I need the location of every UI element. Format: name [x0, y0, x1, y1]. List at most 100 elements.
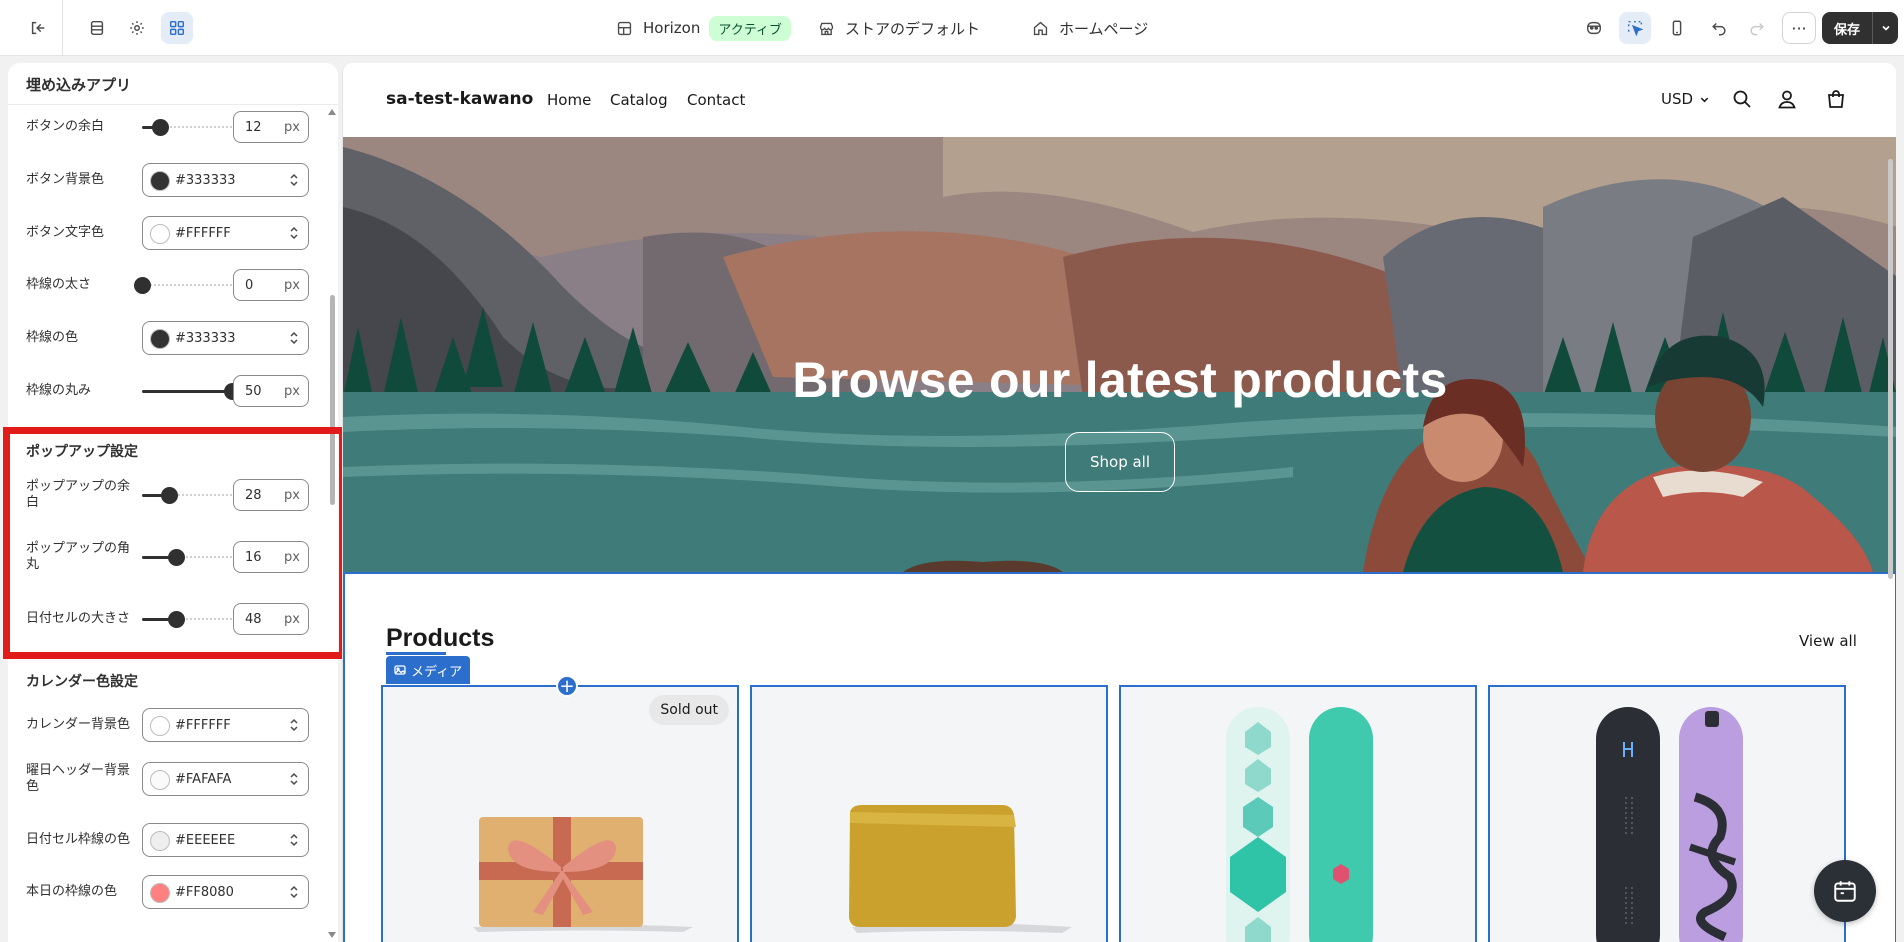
setting-row: ボタン背景色 #333333	[8, 162, 338, 198]
setting-label: 枠線の色	[26, 330, 79, 345]
homepage-label: ホームページ	[1059, 19, 1149, 38]
stepper-arrows-icon[interactable]	[289, 330, 299, 346]
sections-icon[interactable]	[81, 12, 113, 44]
product-card-snowboard-purple[interactable]	[1488, 685, 1846, 942]
settings-gear-icon[interactable]	[121, 12, 153, 44]
exit-icon[interactable]	[22, 12, 54, 44]
stepper-arrows-icon[interactable]	[289, 884, 299, 900]
storefront-preview: sa-test-kawano Home Catalog Contact USD	[342, 63, 1896, 942]
color-swatch[interactable]	[150, 171, 170, 191]
snowboard-teal-image	[1226, 707, 1373, 942]
theme-selector[interactable]: Horizon アクティブ	[616, 14, 791, 42]
setting-row: ボタンの余白 12 px	[8, 109, 338, 145]
color-swatch[interactable]	[150, 716, 170, 736]
store-name[interactable]: sa-test-kawano	[386, 89, 533, 109]
home-icon	[1033, 21, 1048, 35]
color-picker-field[interactable]: #333333	[142, 163, 309, 197]
value-slider[interactable]	[142, 119, 232, 136]
color-hex-value: #FFFFFF	[175, 718, 231, 733]
apps-icon[interactable]	[161, 12, 193, 44]
color-swatch[interactable]	[150, 770, 170, 790]
slider-handle[interactable]	[168, 549, 185, 566]
nav-link-home[interactable]: Home	[547, 91, 591, 109]
panel-scrollbar[interactable]	[328, 105, 337, 942]
calendar-widget-button[interactable]	[1814, 860, 1876, 922]
slider-handle[interactable]	[152, 119, 169, 136]
color-picker-field[interactable]: #FFFFFF	[142, 708, 309, 742]
shop-all-button[interactable]: Shop all	[1065, 432, 1175, 492]
nav-link-contact[interactable]: Contact	[687, 91, 745, 109]
setting-label: ポップアップの角丸	[26, 541, 131, 572]
store-default-selector[interactable]: ストアのデフォルト	[818, 14, 980, 42]
currency-selector[interactable]: USD	[1661, 90, 1710, 108]
slider-handle[interactable]	[161, 487, 178, 504]
media-tag-label: メディア	[411, 664, 463, 680]
number-input[interactable]: 16 px	[233, 541, 309, 573]
slider-handle[interactable]	[168, 611, 185, 628]
search-icon[interactable]	[1731, 88, 1753, 110]
theme-layout-icon	[617, 21, 632, 35]
number-value: 50	[245, 384, 262, 399]
color-picker-field[interactable]: #FFFFFF	[142, 216, 309, 250]
color-swatch[interactable]	[150, 831, 170, 851]
page-selector[interactable]: ホームページ	[1032, 14, 1148, 42]
number-input[interactable]: 50 px	[233, 375, 309, 407]
topbar-divider	[62, 0, 63, 56]
color-swatch[interactable]	[150, 883, 170, 903]
stepper-arrows-icon[interactable]	[289, 225, 299, 241]
account-icon[interactable]	[1776, 88, 1798, 110]
product-card-gift-card[interactable]: Sold out	[381, 685, 739, 942]
product-card-snowboard-teal[interactable]	[1119, 685, 1477, 942]
color-hex-value: #333333	[175, 331, 236, 346]
scroll-up-arrow-icon[interactable]	[328, 109, 336, 115]
setting-row: 本日の枠線の色 #FF8080	[8, 874, 338, 910]
product-card-wax[interactable]	[750, 685, 1108, 942]
value-slider[interactable]	[142, 487, 232, 504]
more-actions-button[interactable]: ···	[1782, 12, 1816, 44]
color-hex-value: #EEEEEE	[175, 833, 236, 848]
sold-out-badge: Sold out	[649, 695, 729, 725]
redo-icon[interactable]	[1741, 12, 1773, 44]
number-input[interactable]: 48 px	[233, 603, 309, 635]
scrollbar-thumb[interactable]	[330, 295, 335, 505]
color-swatch[interactable]	[150, 224, 170, 244]
value-slider[interactable]	[134, 277, 232, 294]
theme-name: Horizon	[643, 19, 701, 37]
stepper-arrows-icon[interactable]	[289, 832, 299, 848]
color-swatch[interactable]	[150, 329, 170, 349]
value-slider[interactable]	[142, 549, 232, 566]
mobile-preview-icon[interactable]	[1661, 12, 1693, 44]
color-hex-value: #FFFFFF	[175, 226, 231, 241]
save-button[interactable]: 保存	[1822, 12, 1898, 44]
save-chevron-down-icon[interactable]	[1873, 22, 1898, 34]
setting-row: ポップアップの角丸 16 px	[8, 539, 338, 575]
number-input[interactable]: 12 px	[233, 111, 309, 143]
slider-rail	[142, 284, 232, 287]
stepper-arrows-icon[interactable]	[289, 717, 299, 733]
scroll-down-arrow-icon[interactable]	[328, 932, 336, 938]
color-picker-field[interactable]: #FAFAFA	[142, 762, 309, 796]
color-picker-field[interactable]: #333333	[142, 321, 309, 355]
add-block-plus-icon[interactable]: +	[556, 675, 578, 697]
preview-scrollbar[interactable]	[1888, 159, 1893, 579]
stepper-arrows-icon[interactable]	[289, 771, 299, 787]
settings-panel: 埋め込みアプリ ボタンの余白 12 px ボタン背景色 #333333 ボタン文…	[8, 63, 338, 942]
color-hex-value: #FF8080	[175, 885, 234, 900]
slider-handle[interactable]	[134, 277, 151, 294]
nav-link-catalog[interactable]: Catalog	[610, 91, 668, 109]
setting-row: 日付セル枠線の色 #EEEEEE	[8, 822, 338, 858]
inspector-cursor-icon[interactable]	[1619, 12, 1651, 44]
color-picker-field[interactable]: #FF8080	[142, 875, 309, 909]
media-block-tag[interactable]: メディア	[386, 656, 471, 684]
color-picker-field[interactable]: #EEEEEE	[142, 823, 309, 857]
value-slider[interactable]	[142, 611, 232, 628]
setting-label: ボタン文字色	[26, 225, 105, 240]
stepper-arrows-icon[interactable]	[289, 172, 299, 188]
number-input[interactable]: 28 px	[233, 479, 309, 511]
undo-icon[interactable]	[1703, 12, 1735, 44]
view-all-link[interactable]: View all	[1799, 632, 1857, 650]
value-slider[interactable]	[142, 383, 241, 400]
ai-sidekick-icon[interactable]	[1578, 12, 1610, 44]
number-input[interactable]: 0 px	[233, 269, 309, 301]
cart-icon[interactable]	[1825, 88, 1847, 110]
